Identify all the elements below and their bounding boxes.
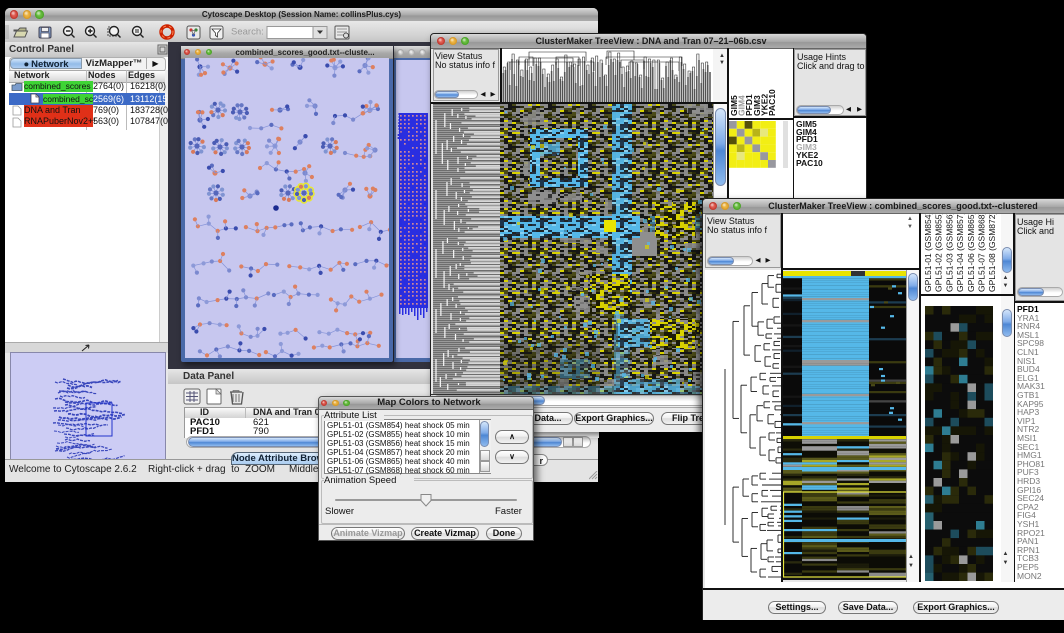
svg-text:GPL51-08 (GSM872): GPL51-08 (GSM872) (987, 214, 997, 292)
svg-text:PAC10: PAC10 (767, 89, 777, 116)
svg-text:GPL51-04 (GSM857): GPL51-04 (GSM857) (955, 214, 965, 292)
svg-text:GPL51-06 (GSM865): GPL51-06 (GSM865) (965, 214, 975, 292)
svg-text:Search:: Search: (231, 27, 264, 38)
svg-text:GPL51-02 (GSM855): GPL51-02 (GSM855) (933, 214, 943, 292)
svg-text:GPL51-01 (GSM854): GPL51-01 (GSM854) (923, 214, 933, 292)
svg-text:GPL51-03 (GSM856): GPL51-03 (GSM856) (944, 214, 954, 292)
svg-text:GPL51-07 (GSM868): GPL51-07 (GSM868) (976, 214, 986, 292)
